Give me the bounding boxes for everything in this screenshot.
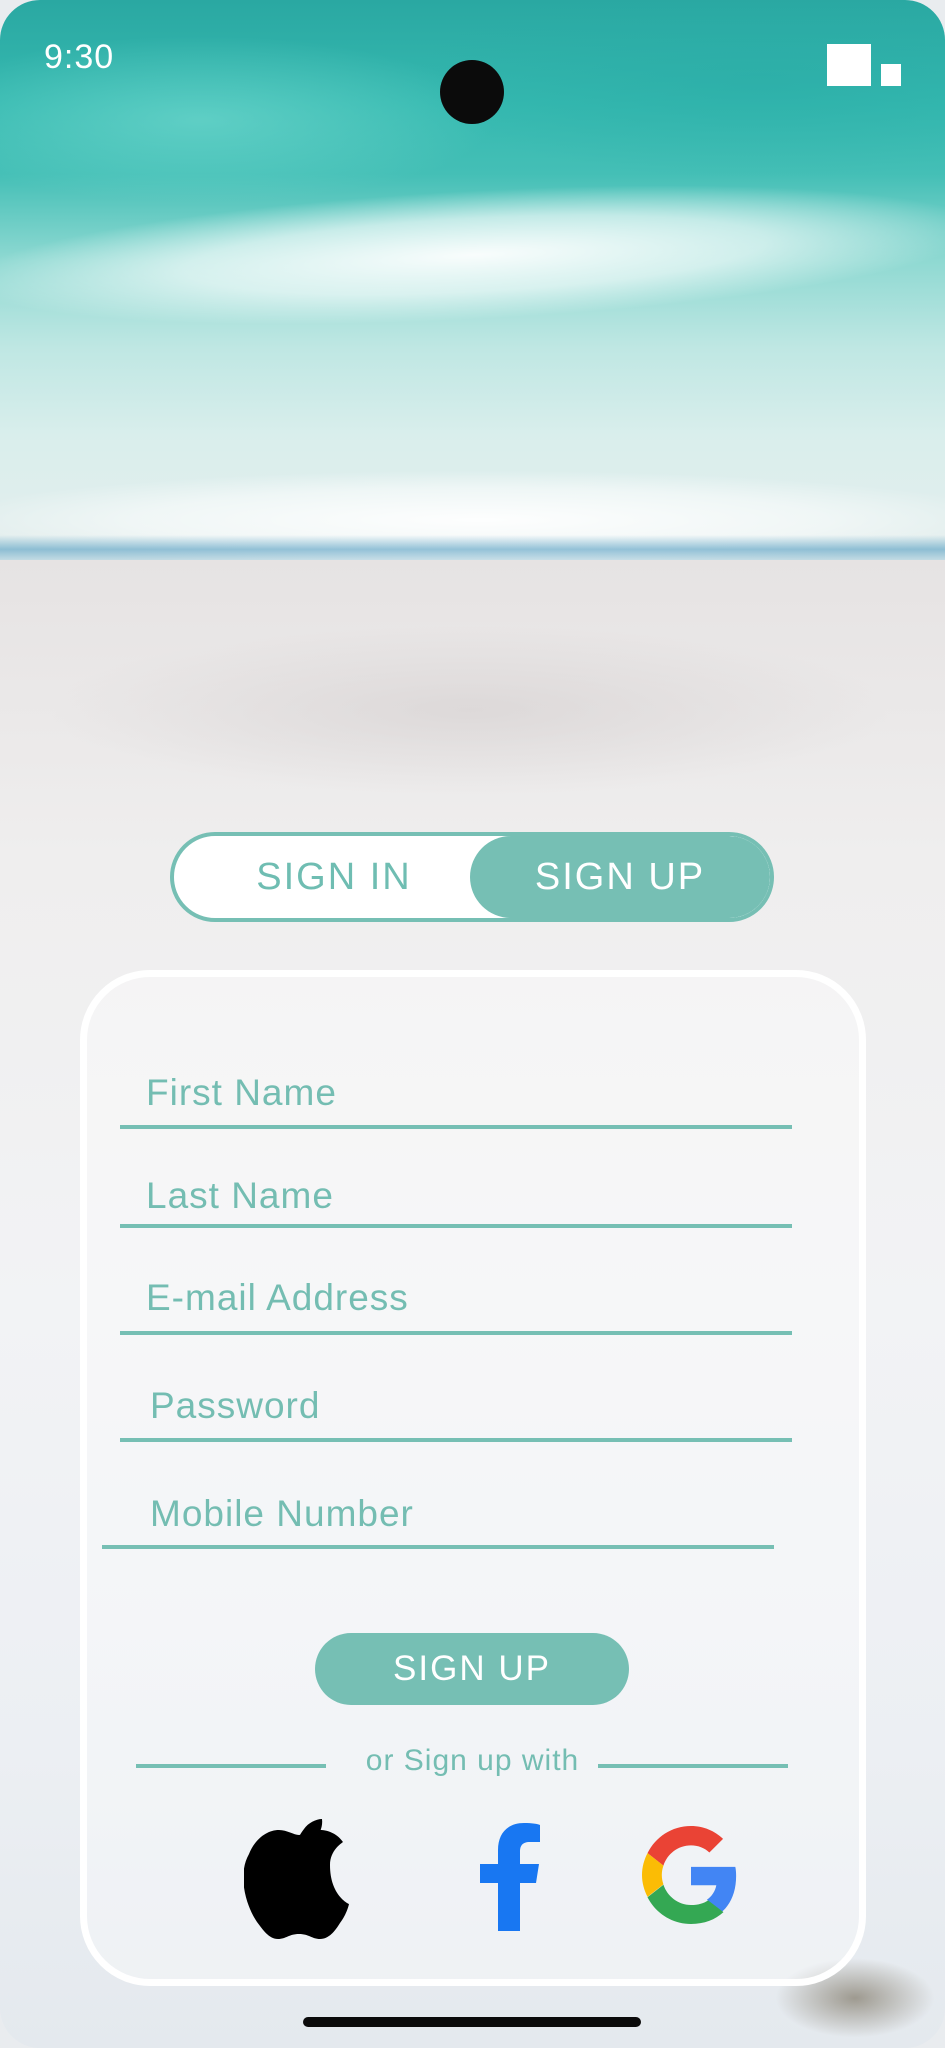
- first-name-placeholder[interactable]: First Name: [146, 1072, 337, 1114]
- signup-card: [80, 970, 866, 1986]
- signup-screen: 9:30 SIGN IN SIGN UP First Name Last Nam…: [0, 0, 945, 2048]
- facebook-icon[interactable]: [480, 1823, 540, 1931]
- home-indicator[interactable]: [303, 2017, 641, 2027]
- divider-right: [598, 1764, 788, 1768]
- front-camera: [440, 60, 504, 124]
- sign-up-button[interactable]: SIGN UP: [315, 1633, 629, 1705]
- password-placeholder[interactable]: Password: [150, 1385, 320, 1427]
- email-placeholder[interactable]: E-mail Address: [146, 1277, 409, 1319]
- password-underline: [120, 1438, 792, 1442]
- last-name-placeholder[interactable]: Last Name: [146, 1175, 334, 1217]
- status-icons: [827, 44, 901, 86]
- apple-icon[interactable]: [243, 1815, 350, 1939]
- battery-icon: [881, 64, 901, 86]
- status-time: 9:30: [44, 38, 115, 76]
- tab-sign-in[interactable]: SIGN IN: [174, 836, 494, 918]
- tab-sign-up[interactable]: SIGN UP: [470, 836, 770, 918]
- signal-icon: [827, 44, 871, 86]
- divider-text: or Sign up with: [365, 1744, 580, 1777]
- mobile-number-underline: [102, 1545, 774, 1549]
- first-name-underline: [120, 1125, 792, 1129]
- email-underline: [120, 1331, 792, 1335]
- google-icon[interactable]: [642, 1826, 740, 1924]
- auth-toggle: SIGN IN SIGN UP: [170, 832, 774, 922]
- mobile-number-placeholder[interactable]: Mobile Number: [150, 1493, 414, 1535]
- last-name-underline: [120, 1224, 792, 1228]
